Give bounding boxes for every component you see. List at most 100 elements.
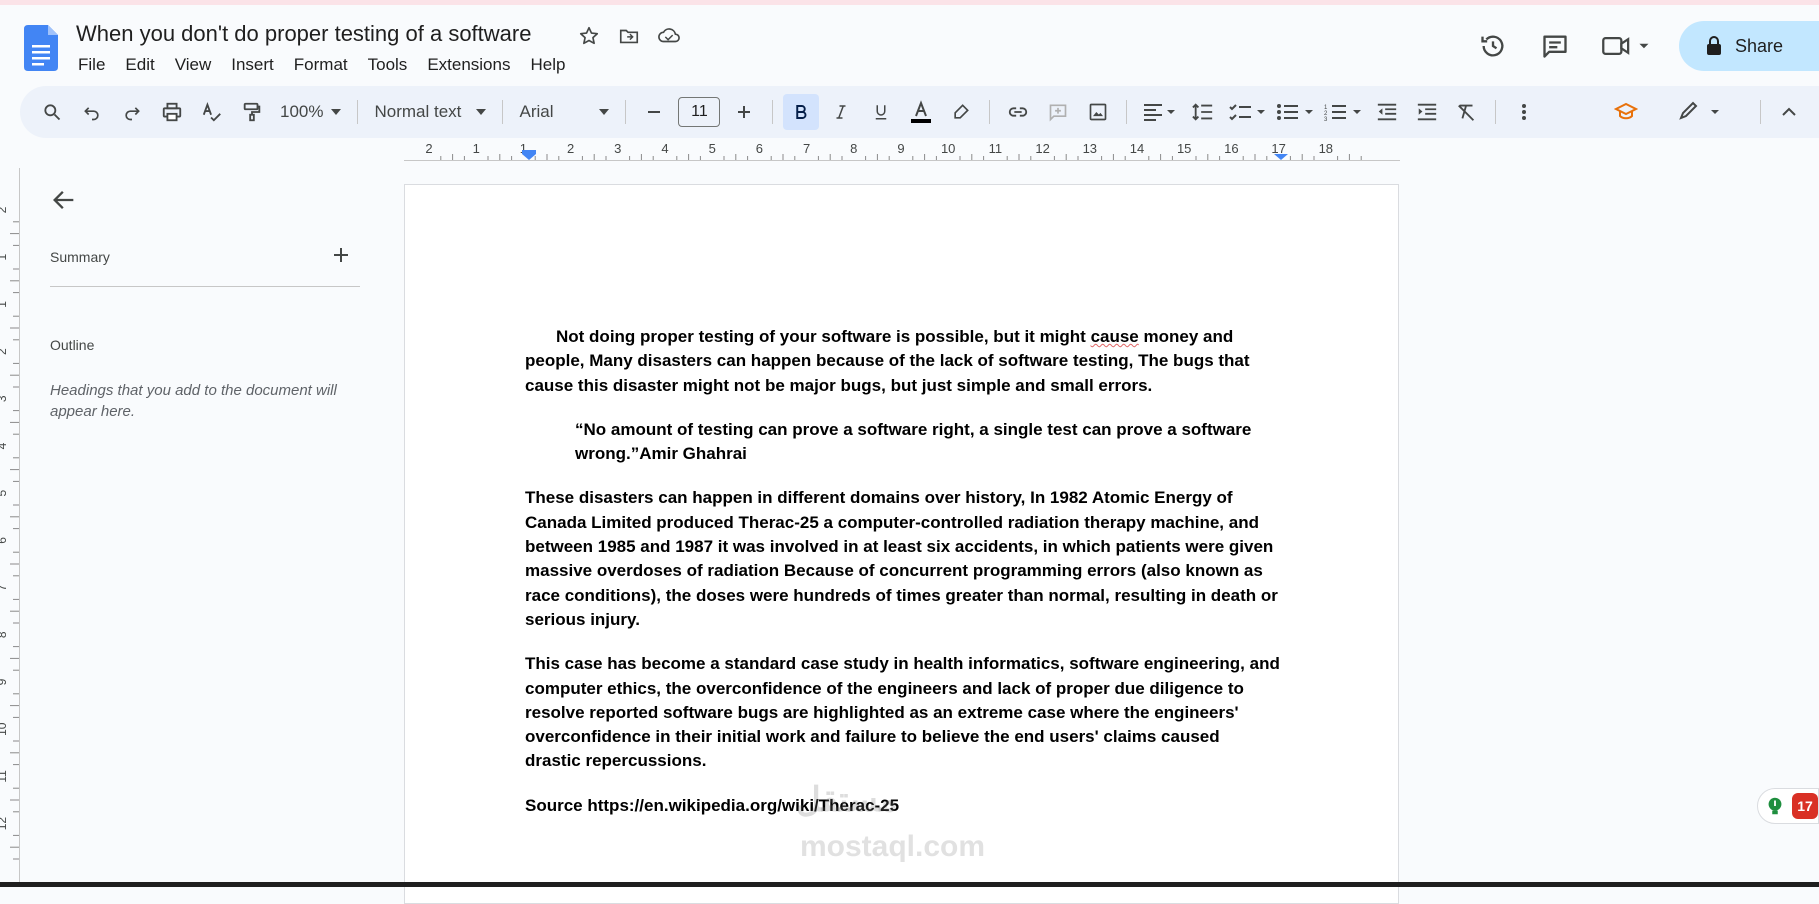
paragraph-style-select[interactable]: Normal text — [366, 102, 494, 122]
ruler-label: 2 — [425, 142, 432, 156]
ruler-label: 3 — [614, 142, 621, 156]
meet-video-icon[interactable] — [1597, 26, 1657, 66]
outline-label: Outline — [50, 337, 95, 353]
menu-help[interactable]: Help — [520, 55, 575, 75]
watermark-url: mostaql.com — [800, 830, 986, 863]
document-body[interactable]: Not doing proper testing of your softwar… — [525, 325, 1280, 838]
more-options-icon[interactable] — [1506, 94, 1542, 130]
menu-extensions[interactable]: Extensions — [417, 55, 520, 75]
document-page[interactable]: Not doing proper testing of your softwar… — [404, 184, 1399, 904]
vertical-ruler-label: 9 — [0, 678, 9, 685]
source-paragraph: Source https://en.wikipedia.org/wiki/The… — [525, 795, 900, 815]
menu-tools[interactable]: Tools — [358, 55, 418, 75]
print-icon[interactable] — [154, 94, 190, 130]
editing-mode-icon[interactable] — [1672, 94, 1732, 130]
menu-bar: File Edit View Insert Format Tools Exten… — [68, 55, 575, 75]
svg-text:3: 3 — [1324, 117, 1328, 122]
spelling-flagged-word[interactable]: cause — [1091, 327, 1139, 346]
cloud-status-icon[interactable] — [656, 23, 682, 49]
paragraph-1-start: Not doing proper testing of your softwar… — [556, 327, 1091, 346]
zoom-select[interactable]: 100% — [272, 102, 349, 122]
toolbar-divider — [625, 100, 627, 124]
checklist-icon[interactable] — [1225, 94, 1269, 130]
numbered-list-icon[interactable]: 123 — [1321, 94, 1365, 130]
version-history-icon[interactable] — [1473, 26, 1513, 66]
left-indent-marker[interactable] — [522, 150, 536, 160]
line-spacing-icon[interactable] — [1185, 94, 1221, 130]
collapse-toolbar-icon[interactable] — [1771, 94, 1807, 130]
menu-file[interactable]: File — [68, 55, 115, 75]
classroom-icon[interactable] — [1608, 94, 1644, 130]
align-left-icon[interactable] — [1137, 94, 1181, 130]
clear-formatting-icon[interactable] — [1449, 94, 1485, 130]
ruler-label: 17 — [1271, 142, 1285, 156]
add-summary-icon[interactable] — [330, 244, 352, 266]
insert-link-icon[interactable] — [1000, 94, 1036, 130]
document-title[interactable]: When you don't do proper testing of a so… — [76, 21, 531, 47]
font-size-input[interactable]: 11 — [678, 97, 721, 127]
toolbar-divider — [1760, 100, 1761, 124]
share-button[interactable]: Share — [1679, 21, 1819, 71]
ruler-label: 6 — [756, 142, 763, 156]
toolbar-divider — [1495, 100, 1497, 124]
menu-view[interactable]: View — [165, 55, 222, 75]
lightbulb-icon — [1768, 797, 1782, 815]
add-comment-icon[interactable] — [1040, 94, 1076, 130]
comments-icon[interactable] — [1535, 26, 1575, 66]
horizontal-ruler[interactable]: 2 1 1 2 3 4 5 6 7 8 9 10 11 12 13 14 15 16 17 18 — [404, 142, 1400, 164]
decrease-font-size-icon[interactable] — [636, 94, 672, 130]
increase-font-size-icon[interactable] — [726, 94, 762, 130]
increase-indent-icon[interactable] — [1409, 94, 1445, 130]
vertical-ruler-label: 3 — [0, 395, 9, 402]
bottom-edge — [0, 882, 1819, 887]
chevron-down-icon — [476, 109, 487, 115]
paragraph-2: These disasters can happen in different … — [525, 488, 1278, 629]
star-icon[interactable] — [576, 23, 602, 49]
vertical-ruler-label: 1 — [0, 254, 9, 261]
quote-paragraph: “No amount of testing can prove a softwa… — [575, 419, 1252, 464]
ruler-label: 1 — [473, 142, 480, 156]
notification-count-badge: 17 — [1792, 793, 1818, 819]
chevron-down-icon — [599, 109, 610, 115]
vertical-ruler-label: 7 — [0, 584, 9, 591]
floating-assistant-widget[interactable]: 17 — [1757, 788, 1819, 824]
decrease-indent-icon[interactable] — [1369, 94, 1405, 130]
sidebar-divider — [50, 286, 360, 287]
vertical-ruler-label: 1 — [0, 301, 9, 308]
share-label: Share — [1735, 35, 1784, 56]
bulleted-list-icon[interactable] — [1273, 94, 1317, 130]
back-arrow-icon[interactable] — [50, 186, 78, 214]
spellcheck-icon[interactable] — [194, 94, 230, 130]
paint-format-icon[interactable] — [234, 94, 270, 130]
insert-image-icon[interactable] — [1080, 94, 1116, 130]
undo-icon[interactable] — [74, 94, 110, 130]
ruler-label: 18 — [1319, 142, 1333, 156]
menu-edit[interactable]: Edit — [115, 55, 164, 75]
vertical-ruler[interactable]: 21123456789101112 — [0, 168, 20, 887]
vertical-ruler-label: 2 — [0, 206, 9, 213]
menu-insert[interactable]: Insert — [221, 55, 284, 75]
menu-format[interactable]: Format — [284, 55, 358, 75]
highlight-color-icon[interactable] — [943, 94, 979, 130]
vertical-ruler-label: 8 — [0, 631, 9, 638]
ruler-label: 5 — [709, 142, 716, 156]
bold-icon[interactable] — [783, 94, 820, 130]
ruler-label: 2 — [567, 142, 574, 156]
vertical-ruler-ticks: 21123456789101112 — [0, 206, 19, 860]
search-menus-icon[interactable] — [34, 94, 70, 130]
text-color-icon[interactable] — [903, 94, 939, 130]
toolbar-divider — [1126, 100, 1128, 124]
ruler-label: 8 — [850, 142, 857, 156]
ruler-label: 14 — [1130, 142, 1144, 156]
zoom-value: 100% — [280, 102, 324, 121]
docs-logo-icon[interactable] — [24, 25, 58, 71]
font-family-select[interactable]: Arial — [511, 102, 617, 122]
chevron-down-icon — [331, 109, 342, 115]
ruler-label: 4 — [661, 142, 668, 156]
toolbar-divider — [772, 100, 774, 124]
italic-icon[interactable] — [823, 94, 859, 130]
move-folder-icon[interactable] — [616, 23, 642, 49]
underline-icon[interactable] — [863, 94, 899, 130]
redo-icon[interactable] — [114, 94, 150, 130]
toolbar-divider — [502, 100, 504, 124]
